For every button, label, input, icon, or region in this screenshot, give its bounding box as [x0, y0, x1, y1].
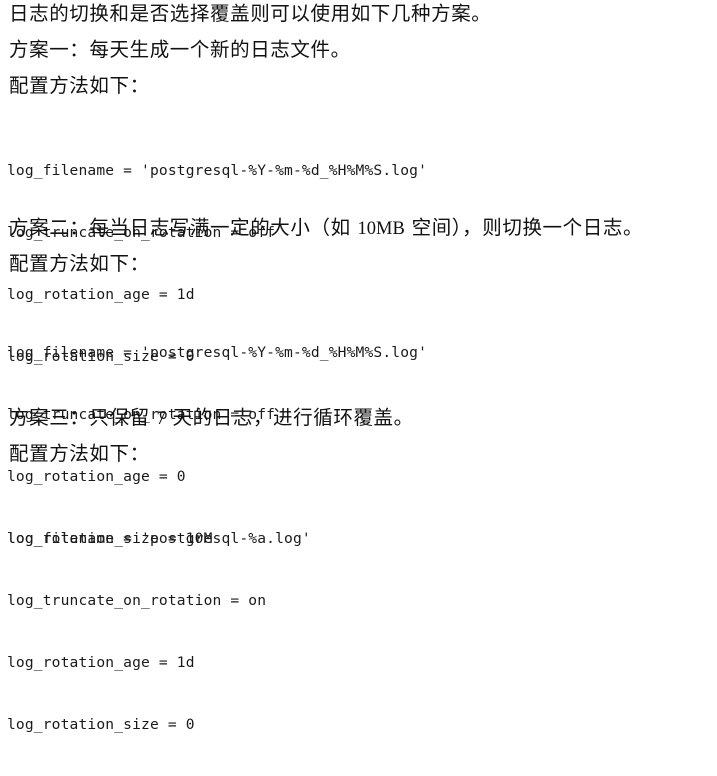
- code-line: log_rotation_age = 0: [7, 467, 186, 485]
- document-page: 日志的切换和是否选择覆盖则可以使用如下几种方案。 方案一：每天生成一个新的日志文…: [0, 0, 717, 733]
- section-heading-1-text: 方案一：每天生成一个新的日志文件。: [9, 38, 351, 61]
- section-heading-3: 方案三：只保留 7 天的日志，进行循环覆盖。: [9, 406, 414, 431]
- code-line: log_truncate_on_rotation = on: [7, 591, 267, 609]
- section-heading-2-text-tail: 空间），则切换一个日志。: [404, 216, 644, 239]
- section-heading-2: 方案二：每当日志写满一定的大小（如 10MB 空间），则切换一个日志。: [9, 216, 643, 241]
- section-heading-2-size-value: 10MB: [357, 219, 405, 239]
- section-heading-2-text: 方案二：每当日志写满一定的大小（如: [9, 216, 358, 239]
- code-line: log_rotation_age = 1d: [7, 653, 195, 671]
- config-label-2: 配置方法如下：: [9, 252, 150, 275]
- code-line: log_filename = 'postgresql-%Y-%m-%d_%H%M…: [7, 344, 428, 362]
- section-heading-3-text: 方案三：只保留: [9, 406, 157, 429]
- code-block-3: log_filename = 'postgresql-%a.log' log_t…: [7, 488, 311, 776]
- section-heading-1: 方案一：每天生成一个新的日志文件。: [9, 38, 351, 62]
- code-line: log_filename = 'postgresql-%Y-%m-%d_%H%M…: [7, 162, 428, 180]
- config-label-3: 配置方法如下：: [9, 442, 150, 465]
- section-heading-3-text-tail: 天的日志，进行循环覆盖。: [165, 406, 414, 429]
- config-label-1: 配置方法如下：: [9, 74, 150, 97]
- intro-paragraph: 日志的切换和是否选择覆盖则可以使用如下几种方案。: [9, 2, 492, 25]
- code-line: log_rotation_size = 0: [7, 715, 195, 733]
- section-heading-3-days-value: 7: [156, 409, 166, 429]
- code-line: log_filename = 'postgresql-%a.log': [7, 530, 311, 548]
